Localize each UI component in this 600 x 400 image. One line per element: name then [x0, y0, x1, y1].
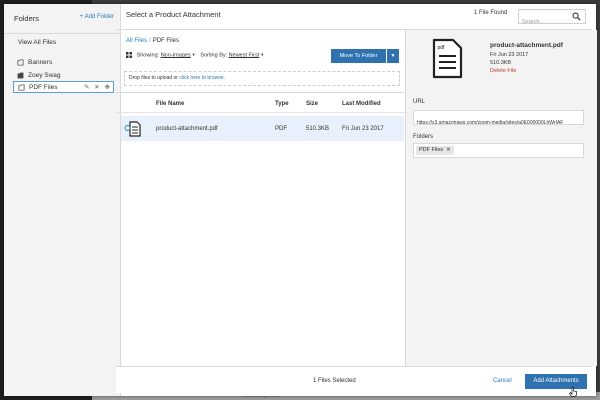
cell-file-name: product-attachment.pdf	[156, 126, 218, 132]
folder-label: PDF Files	[29, 84, 58, 91]
folders-label: Folders	[413, 134, 434, 140]
dropzone-text: Drop files to upload or	[129, 75, 178, 81]
selected-count: 1 Files Selected	[313, 378, 356, 384]
grid-view-icon[interactable]	[126, 52, 132, 58]
chevron-down-icon: ▼	[390, 53, 396, 59]
folders-panel: Folders + Add Folder View All Files Bann…	[4, 4, 121, 396]
search-input[interactable]	[522, 16, 570, 28]
file-details-panel	[405, 30, 597, 366]
folder-tag-label: PDF Files	[419, 147, 444, 153]
pdf-icon-label: pdf	[438, 45, 446, 51]
move-dropdown-toggle[interactable]: ▼	[387, 49, 399, 63]
folder-label: Zoey Swag	[28, 72, 61, 79]
breadcrumb-current: PDF Files	[152, 38, 180, 44]
detail-size: 510.3KB	[490, 60, 512, 66]
pdf-file-icon	[124, 121, 141, 137]
column-header-type[interactable]: Type	[275, 101, 289, 107]
add-attachments-button[interactable]: Add Attachments	[525, 374, 587, 389]
files-found-count: 1 File Found	[474, 10, 508, 16]
search-box	[518, 9, 586, 28]
close-icon[interactable]: ✕	[446, 147, 451, 153]
folder-actions: ✎ ✕ ✥	[81, 83, 110, 91]
search-icon[interactable]	[572, 12, 581, 21]
detail-date: Fri Jun 23 2017	[490, 52, 529, 58]
breadcrumb: All Files / PDF Files	[126, 38, 179, 44]
showing-label: Showing:	[136, 52, 160, 59]
url-field[interactable]	[417, 117, 582, 124]
folder-outline-icon	[18, 84, 25, 91]
detail-file-name: product-attachment.pdf	[490, 42, 563, 49]
url-box	[413, 110, 584, 125]
table-header-divider	[116, 112, 405, 113]
folder-label: Banners	[28, 59, 53, 66]
cancel-button[interactable]: Cancel	[493, 378, 512, 384]
breadcrumb-all-files[interactable]: All Files	[126, 38, 147, 44]
table-divider	[116, 92, 405, 93]
move-to-folder-button[interactable]: Move To Folder	[331, 49, 386, 63]
folder-filled-icon	[17, 72, 24, 79]
column-header-file-name[interactable]: File Name	[156, 101, 184, 107]
folder-item-pdf-files[interactable]: PDF Files ✎ ✕ ✥	[13, 81, 114, 93]
url-label: URL	[413, 99, 426, 105]
folders-tag-input[interactable]: PDF Files ✕	[413, 143, 584, 158]
folder-outline-icon	[17, 59, 24, 66]
chevron-down-icon: ▼	[191, 52, 196, 58]
pencil-icon[interactable]: ✎	[84, 84, 89, 91]
delete-file-link[interactable]: Delete File	[490, 68, 516, 74]
column-header-size[interactable]: Size	[306, 101, 318, 107]
sorting-dropdown[interactable]: Newest First	[229, 52, 260, 58]
sorting-label: Sorting By:	[200, 52, 228, 59]
cell-modified: Fri Jun 23 2017	[342, 126, 384, 132]
close-icon[interactable]: ✕	[94, 84, 99, 91]
pdf-document-icon: pdf	[432, 38, 463, 79]
upload-dropzone[interactable]: Drop files to upload or click here to br…	[124, 71, 400, 86]
add-folder-link[interactable]: + Add Folder	[80, 14, 114, 20]
column-header-last-modified[interactable]: Last Modified	[342, 101, 381, 107]
browse-link[interactable]: click here to browse.	[179, 75, 225, 81]
hand-cursor-icon	[569, 387, 577, 397]
showing-dropdown[interactable]: Non-Images	[161, 52, 191, 58]
view-all-files-link[interactable]: View All Files	[18, 39, 56, 46]
folder-tag: PDF Files ✕	[416, 146, 454, 155]
cell-type: PDF	[275, 126, 287, 132]
chevron-down-icon: ▼	[260, 52, 265, 58]
move-icon[interactable]: ✥	[105, 84, 110, 91]
modal-title: Select a Product Attachment	[126, 10, 221, 19]
filter-toolbar: Showing: Non-Images▼ Sorting By: Newest …	[126, 52, 264, 58]
folder-item-banners[interactable]: Banners	[13, 57, 114, 69]
folders-title: Folders	[14, 14, 40, 23]
cell-size: 510.3KB	[306, 126, 330, 132]
folders-header: Folders + Add Folder	[4, 4, 120, 34]
breadcrumb-separator: /	[149, 38, 151, 44]
